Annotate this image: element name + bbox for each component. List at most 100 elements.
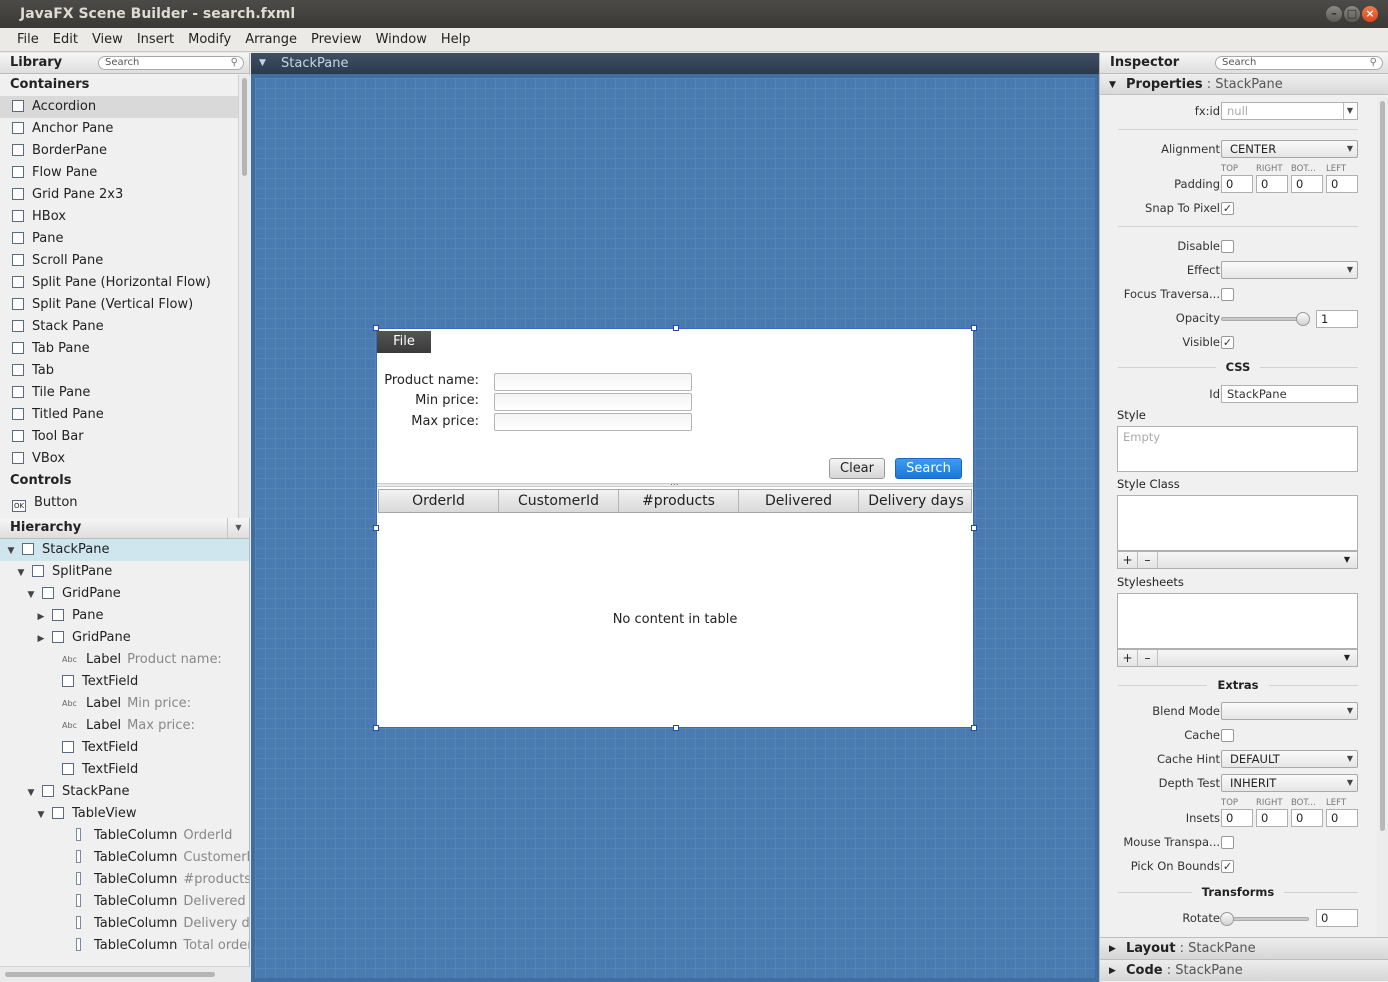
search-button[interactable]: Search (895, 458, 962, 479)
column-header-orderid[interactable]: OrderId (379, 490, 499, 512)
tree-item[interactable]: Abc Label Min price: (0, 693, 249, 715)
library-item[interactable]: Scroll Pane (0, 250, 238, 272)
disable-checkbox[interactable] (1221, 240, 1234, 253)
breadcrumb-item[interactable]: StackPane (281, 56, 348, 71)
library-section-controls[interactable]: Controls (0, 470, 249, 492)
layout-section-header[interactable]: ▶ Layout : StackPane (1100, 937, 1388, 959)
add-style-class-button[interactable]: + (1118, 552, 1138, 568)
column-header-delivered[interactable]: Delivered (739, 490, 859, 512)
chevron-down-icon[interactable]: ▼ (26, 782, 36, 803)
effect-select[interactable]: ▼ (1221, 261, 1358, 279)
snap-to-pixel-checkbox[interactable]: ✓ (1221, 202, 1234, 215)
library-item[interactable]: BorderPane (0, 140, 238, 162)
depth-test-select[interactable]: INHERIT ▼ (1221, 774, 1358, 792)
opacity-field[interactable]: 1 (1316, 310, 1358, 328)
tree-item[interactable]: Abc Label Product name: (0, 649, 249, 671)
hierarchy-scrollbar[interactable] (0, 966, 250, 982)
resize-handle[interactable] (373, 525, 379, 531)
chevron-down-icon[interactable]: ▼ (26, 584, 36, 605)
tree-item[interactable]: ▼ StackPane (0, 781, 249, 803)
library-item[interactable]: HBox (0, 206, 238, 228)
library-item[interactable]: Titled Pane (0, 404, 238, 426)
column-header-delivery-days[interactable]: Delivery days (859, 490, 973, 512)
max-price-field[interactable] (494, 413, 692, 431)
library-item[interactable]: Pane (0, 228, 238, 250)
library-item[interactable]: Split Pane (Vertical Flow) (0, 294, 238, 316)
clear-button[interactable]: Clear (829, 458, 885, 479)
style-class-list[interactable] (1117, 495, 1358, 551)
opacity-slider-knob[interactable] (1296, 312, 1310, 326)
menu-preview[interactable]: Preview (304, 28, 369, 52)
design-canvas[interactable]: File Product name: Min price: Max price:… (255, 78, 1095, 978)
remove-stylesheet-button[interactable]: – (1138, 650, 1158, 666)
library-search-input[interactable]: Search ⚲ (98, 56, 244, 70)
padding-right-field[interactable]: 0 (1256, 175, 1288, 193)
cache-checkbox[interactable] (1221, 729, 1234, 742)
split-divider[interactable]: ... (377, 478, 973, 488)
library-item[interactable]: Split Pane (Horizontal Flow) (0, 272, 238, 294)
hierarchy-scroll-thumb[interactable] (5, 972, 215, 977)
menu-window[interactable]: Window (369, 28, 434, 52)
chevron-down-icon[interactable]: ▼ (36, 804, 46, 825)
tree-item[interactable]: TableColumn CustomerId (0, 847, 249, 869)
tree-item[interactable]: TextField (0, 759, 249, 781)
file-menu-button[interactable]: File (377, 331, 431, 353)
stylesheets-list[interactable] (1117, 593, 1358, 649)
column-header-customerid[interactable]: CustomerId (499, 490, 619, 512)
rotate-slider[interactable] (1221, 917, 1309, 921)
resize-handle[interactable] (373, 325, 379, 331)
code-section-header[interactable]: ▶ Code : StackPane (1100, 959, 1388, 981)
menu-arrange[interactable]: Arrange (238, 28, 304, 52)
style-field[interactable]: Empty (1117, 426, 1358, 472)
tree-item[interactable]: TextField (0, 671, 249, 693)
min-price-field[interactable] (494, 393, 692, 411)
remove-style-class-button[interactable]: – (1138, 552, 1158, 568)
column-header-products[interactable]: #products (619, 490, 739, 512)
menu-view[interactable]: View (85, 28, 130, 52)
chevron-down-icon[interactable]: ▼ (1341, 650, 1353, 666)
properties-section-header[interactable]: ▼ Properties : StackPane (1100, 75, 1388, 95)
tree-item[interactable]: TableColumn Total orders (0, 935, 249, 957)
library-item[interactable]: Flow Pane (0, 162, 238, 184)
library-section-containers[interactable]: Containers (0, 74, 249, 96)
library-item[interactable]: Grid Pane 2x3 (0, 184, 238, 206)
tree-item[interactable]: ▼ GridPane (0, 583, 249, 605)
close-icon[interactable]: × (1362, 6, 1378, 22)
menu-edit[interactable]: Edit (46, 28, 85, 52)
product-name-field[interactable] (494, 373, 692, 391)
chevron-down-icon[interactable]: ▼ (16, 562, 26, 583)
menu-insert[interactable]: Insert (130, 28, 181, 52)
padding-top-field[interactable]: 0 (1221, 175, 1253, 193)
chevron-down-icon[interactable]: ▼ (1342, 103, 1353, 119)
tree-item[interactable]: TableColumn OrderId (0, 825, 249, 847)
library-item[interactable]: Tool Bar (0, 426, 238, 448)
menu-modify[interactable]: Modify (181, 28, 238, 52)
tree-item[interactable]: ▼ SplitPane (0, 561, 249, 583)
chevron-down-icon[interactable]: ▼ (259, 53, 266, 74)
pick-on-bounds-checkbox[interactable]: ✓ (1221, 860, 1234, 873)
inspector-scrollbar[interactable] (1377, 97, 1388, 937)
inspector-search-input[interactable]: Search ⚲ (1215, 56, 1383, 70)
library-item[interactable]: Tab (0, 360, 238, 382)
cache-hint-select[interactable]: DEFAULT ▼ (1221, 750, 1358, 768)
padding-left-field[interactable]: 0 (1326, 175, 1358, 193)
library-scrollbar[interactable] (238, 75, 250, 518)
stackpane-preview[interactable]: File Product name: Min price: Max price:… (373, 325, 977, 731)
tree-item[interactable]: Abc Label Max price: (0, 715, 249, 737)
library-item[interactable]: Anchor Pane (0, 118, 238, 140)
fxid-field[interactable]: null ▼ (1221, 102, 1358, 120)
menu-file[interactable]: File (10, 28, 46, 52)
alignment-select[interactable]: CENTER ▼ (1221, 140, 1358, 158)
tree-item[interactable]: TableColumn #products (0, 869, 249, 891)
resize-handle[interactable] (673, 325, 679, 331)
library-scroll-thumb[interactable] (242, 78, 247, 176)
tree-item[interactable]: TextField (0, 737, 249, 759)
resize-handle[interactable] (971, 725, 977, 731)
resize-handle[interactable] (373, 725, 379, 731)
inspector-scroll-thumb[interactable] (1380, 101, 1385, 831)
chevron-right-icon[interactable]: ▶ (36, 606, 46, 627)
visible-checkbox[interactable]: ✓ (1221, 336, 1234, 349)
library-item[interactable]: Tile Pane (0, 382, 238, 404)
tree-item[interactable]: ▼ StackPane (0, 539, 249, 561)
blend-mode-select[interactable]: ▼ (1221, 702, 1358, 720)
